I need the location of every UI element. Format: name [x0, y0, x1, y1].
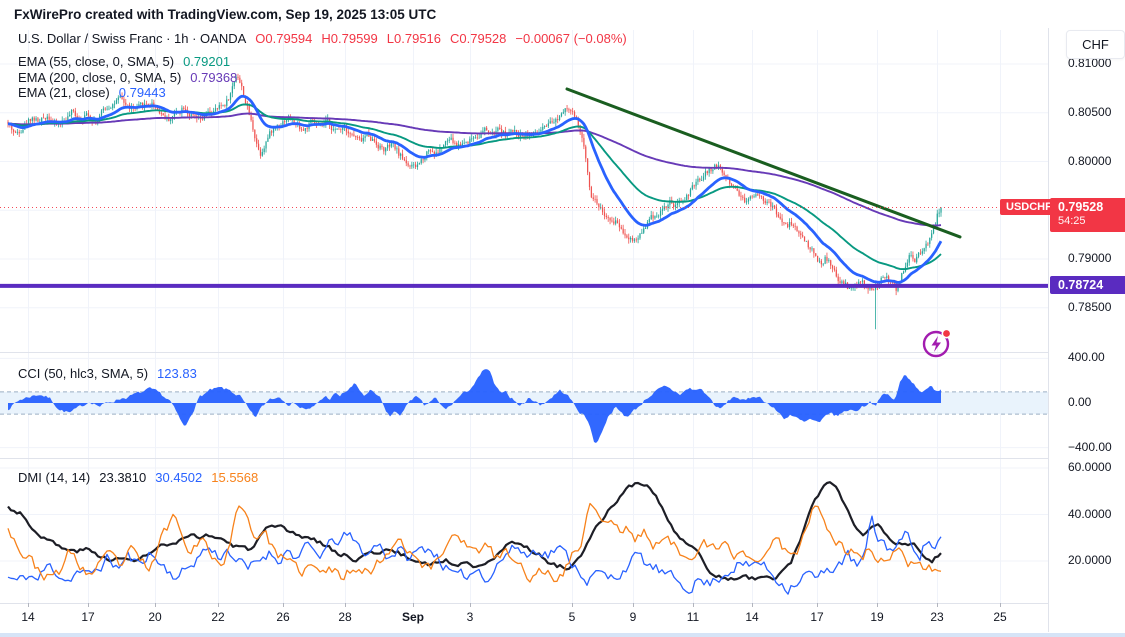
price-tick-label: 0.80500 [1068, 104, 1112, 119]
candles-layer [7, 73, 943, 330]
dmi-minus-di-value: 15.5568 [211, 470, 259, 485]
ema-55-line [8, 103, 942, 271]
time-tick-label: 22 [211, 610, 225, 624]
ema200-legend-row[interactable]: EMA (200, close, 0, SMA, 5) 0.79368 [18, 70, 237, 85]
time-tick-label: 3 [466, 610, 474, 624]
ohlc-low: L0.79516 [386, 31, 442, 46]
time-tick-label: 9 [629, 610, 637, 624]
time-tick-label: 17 [810, 610, 824, 624]
cci-name: CCI (50, hlc3, SMA, 5) [18, 366, 149, 381]
cci-tick-label: −400.00 [1068, 439, 1112, 454]
ohlc-open: O0.79594 [255, 31, 313, 46]
dmi-adx-value: 23.3810 [99, 470, 147, 485]
time-tick-label: 28 [338, 610, 352, 624]
tradingview-chart-page: { "header": { "title": "FxWirePro create… [0, 0, 1125, 637]
symbol-legend-row[interactable]: U.S. Dollar / Swiss Franc · 1h · OANDA O… [18, 31, 627, 46]
ema21-name: EMA (21, close) [18, 85, 110, 100]
ohlc-change: −0.00067 (−0.08%) [515, 31, 627, 46]
ema200-name: EMA (200, close, 0, SMA, 5) [18, 70, 182, 85]
last-price-label: 0.79528 54:25 [1050, 197, 1125, 232]
price-axis-separator [1048, 28, 1049, 632]
bottom-strip [0, 633, 1125, 637]
dmi-tick-label: 40.0000 [1068, 506, 1112, 521]
time-tick-label: 20 [148, 610, 162, 624]
ohlc-close: C0.79528 [450, 31, 507, 46]
last-price-value: 0.79528 [1058, 199, 1104, 214]
ema21-legend-row[interactable]: EMA (21, close) 0.79443 [18, 85, 166, 100]
dmi-tick-label: 60.0000 [1068, 459, 1112, 474]
time-tick-label: 11 [686, 610, 700, 624]
ema55-value: 0.79201 [183, 54, 231, 69]
flash-icon-button[interactable] [918, 325, 958, 363]
currency-button[interactable]: CHF [1066, 30, 1125, 59]
cci-value: 123.83 [157, 366, 197, 381]
support-price-label: 0.78724 [1050, 275, 1125, 294]
dmi-legend-row[interactable]: DMI (14, 14) 23.3810 30.4502 15.5568 [18, 470, 258, 485]
cci-tick-label: 400.00 [1068, 350, 1105, 365]
time-tick-label: 25 [993, 610, 1007, 624]
dmi-plus-di-value: 30.4502 [155, 470, 203, 485]
plus-di-line [7, 515, 942, 595]
bar-countdown: 54:25 [1058, 215, 1086, 228]
time-tick-label: 17 [81, 610, 95, 624]
page-title: FxWirePro created with TradingView.com, … [14, 7, 437, 22]
grid-layer [0, 30, 1048, 603]
descending-trendline[interactable] [565, 87, 962, 239]
price-tick-label: 0.79000 [1068, 250, 1112, 265]
time-tick-label: 14 [21, 610, 35, 624]
ema200-value: 0.79368 [190, 70, 238, 85]
ema-200-line [8, 112, 942, 227]
notification-dot [941, 328, 952, 339]
ohlc-high: H0.79599 [321, 31, 378, 46]
dmi-tick-label: 20.0000 [1068, 553, 1112, 567]
time-tick-label: 14 [745, 610, 759, 624]
price-tick-label: 0.80000 [1068, 153, 1112, 168]
time-tick-label: 23 [930, 610, 944, 624]
price-tick-label: 0.78500 [1068, 299, 1112, 314]
time-tick-label: Sep [401, 610, 425, 624]
time-tick-label: 5 [568, 610, 576, 624]
time-tick-label: 26 [276, 610, 290, 624]
ema-21-line [7, 94, 943, 284]
ema21-value: 0.79443 [118, 85, 166, 100]
minus-di-line [7, 502, 942, 583]
adx-line [7, 481, 942, 582]
cci-legend-row[interactable]: CCI (50, hlc3, SMA, 5) 123.83 [18, 366, 197, 381]
ema55-name: EMA (55, close, 0, SMA, 5) [18, 54, 175, 69]
time-tick-label: 19 [870, 610, 884, 624]
ema55-legend-row[interactable]: EMA (55, close, 0, SMA, 5) 0.79201 [18, 54, 230, 69]
chart-canvas[interactable] [0, 0, 1125, 637]
symbol-title: U.S. Dollar / Swiss Franc · 1h · OANDA [18, 31, 247, 46]
cci-tick-label: 0.00 [1068, 394, 1092, 409]
dmi-name: DMI (14, 14) [18, 470, 91, 485]
dmi-pane [7, 481, 942, 595]
